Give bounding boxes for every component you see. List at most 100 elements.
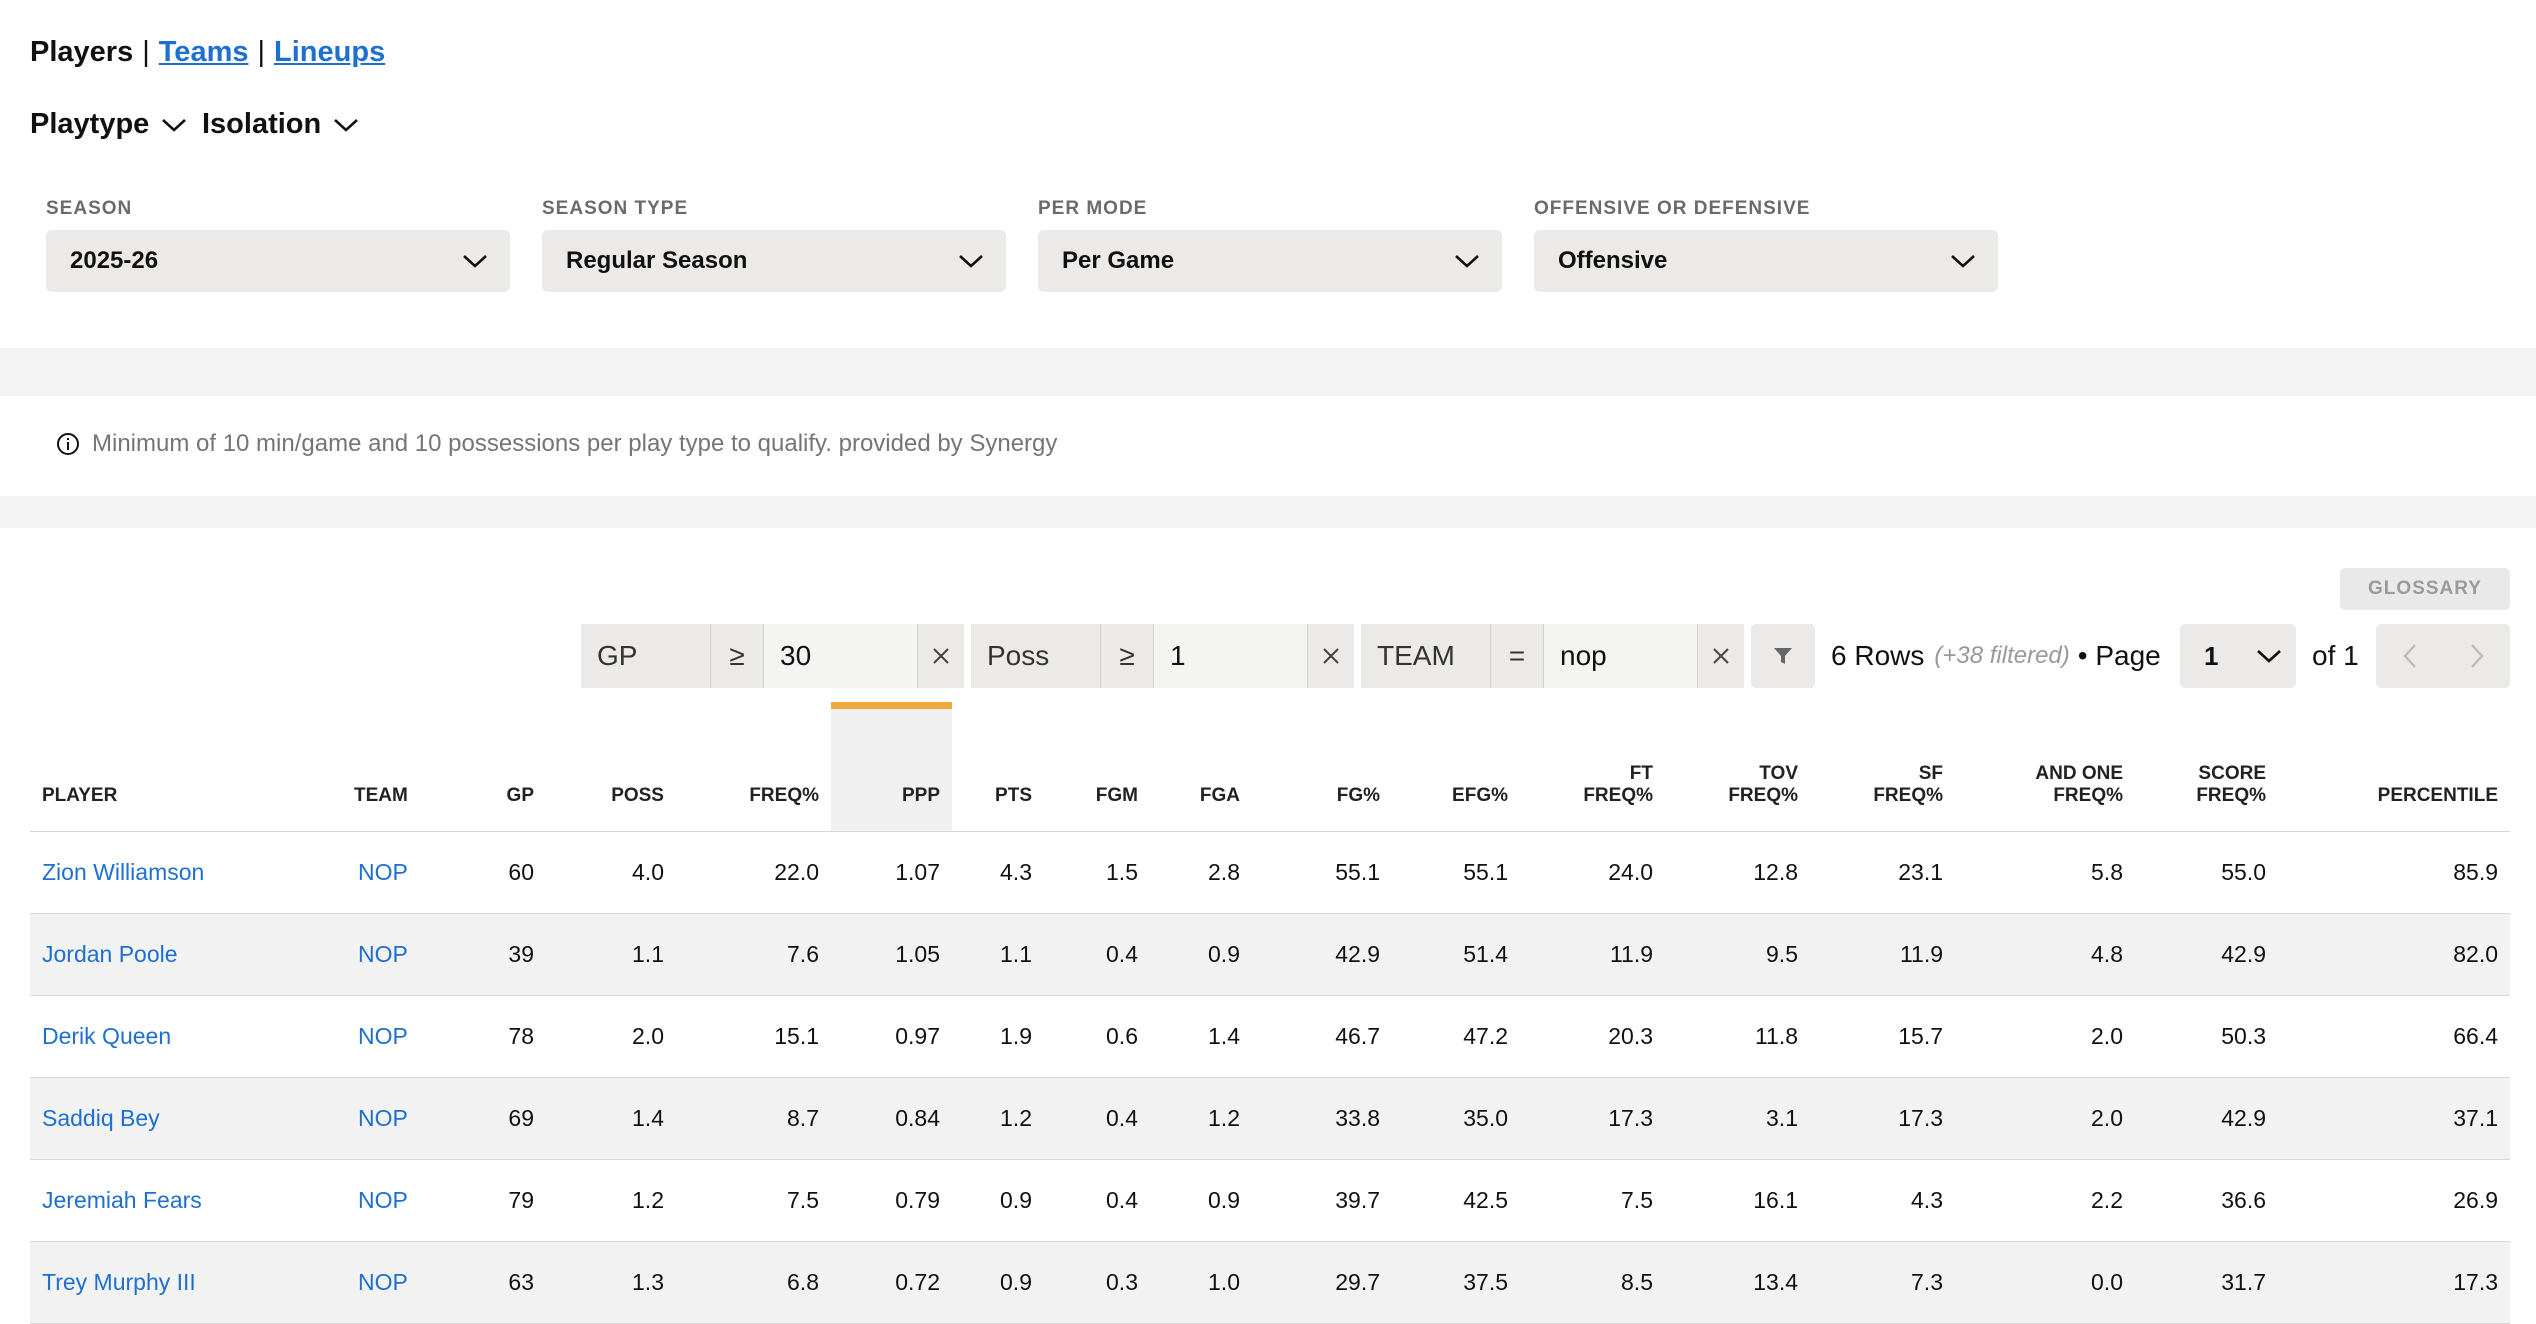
stat-cell: 4.0 <box>546 831 676 914</box>
filter-toggle-button[interactable] <box>1751 624 1815 688</box>
stat-cell: 42.9 <box>2135 913 2278 996</box>
stat-cell: 37.1 <box>2278 1077 2510 1160</box>
column-header[interactable]: FREQ% <box>676 705 831 832</box>
stat-cell: 7.6 <box>676 913 831 996</box>
player-stats-table: PLAYER TEAM GP POSS FREQ% PPP PTS FGM FGA FG% EFG%… <box>30 702 2510 1324</box>
player-name-link[interactable]: Derik Queen <box>30 995 342 1078</box>
column-header[interactable]: PTS <box>952 705 1044 832</box>
poss-filter-operator[interactable]: ≥ <box>1101 624 1154 688</box>
nav-separator: | <box>142 36 150 68</box>
stat-cell: 1.05 <box>831 913 952 996</box>
team-filter-operator[interactable]: = <box>1491 624 1544 688</box>
chevron-down-icon <box>1951 255 1975 268</box>
stat-cell: 0.6 <box>1044 995 1150 1078</box>
stat-cell: 85.9 <box>2278 831 2510 914</box>
team-filter-value[interactable]: nop <box>1544 624 1698 688</box>
stat-cell: 0.0 <box>1955 1241 2135 1324</box>
team-filter-clear-button[interactable] <box>1698 624 1744 688</box>
stat-cell: 55.0 <box>2135 831 2278 914</box>
column-header[interactable]: FG% <box>1252 705 1392 832</box>
player-name-link[interactable]: Jordan Poole <box>30 913 342 996</box>
stat-cell: 46.7 <box>1252 995 1392 1078</box>
stat-cell: 0.9 <box>1150 1159 1252 1242</box>
stat-cell: 51.4 <box>1392 913 1520 996</box>
stat-cell: 2.2 <box>1955 1159 2135 1242</box>
stat-cell: 78 <box>444 995 546 1078</box>
page-select[interactable]: 1 <box>2180 624 2296 688</box>
isolation-dropdown[interactable]: Isolation <box>202 108 359 141</box>
poss-filter-field[interactable]: Poss <box>971 624 1101 688</box>
stat-cell: 0.84 <box>831 1077 952 1160</box>
gp-filter-operator[interactable]: ≥ <box>711 624 764 688</box>
chevron-right-icon[interactable] <box>2469 643 2485 669</box>
stat-cell: 1.4 <box>546 1077 676 1160</box>
column-header[interactable]: FT FREQ% <box>1520 705 1665 832</box>
stat-cell: 1.1 <box>952 913 1044 996</box>
stat-cell: 31.7 <box>2135 1241 2278 1324</box>
column-header[interactable]: FGM <box>1044 705 1150 832</box>
stat-cell: 29.7 <box>1252 1241 1392 1324</box>
stat-cell: 63 <box>444 1241 546 1324</box>
gp-filter-value[interactable]: 30 <box>764 624 918 688</box>
column-header[interactable]: PPP <box>831 702 952 832</box>
team-link[interactable]: NOP <box>342 1241 444 1324</box>
gp-filter-field[interactable]: GP <box>581 624 711 688</box>
stat-cell: 0.9 <box>952 1159 1044 1242</box>
column-header[interactable]: POSS <box>546 705 676 832</box>
stat-cell: 4.3 <box>1810 1159 1955 1242</box>
stat-cell: 55.1 <box>1252 831 1392 914</box>
stat-cell: 24.0 <box>1520 831 1665 914</box>
player-name-link[interactable]: Zion Williamson <box>30 831 342 914</box>
team-link[interactable]: NOP <box>342 1159 444 1242</box>
team-link[interactable]: NOP <box>342 913 444 996</box>
stat-cell: 0.72 <box>831 1241 952 1324</box>
per-mode-select[interactable]: Per Game <box>1038 230 1502 292</box>
stat-cell: 12.8 <box>1665 831 1810 914</box>
column-header[interactable]: FGA <box>1150 705 1252 832</box>
stat-cell: 11.9 <box>1810 913 1955 996</box>
team-link[interactable]: NOP <box>342 831 444 914</box>
chevron-down-icon <box>2257 650 2281 663</box>
table-header-row: PLAYER TEAM GP POSS FREQ% PPP PTS FGM FGA FG% EFG%… <box>30 702 2510 832</box>
stat-cell: 2.0 <box>1955 1077 2135 1160</box>
top-nav: Players | Teams | Lineups <box>30 36 385 69</box>
poss-filter-clear-button[interactable] <box>1308 624 1354 688</box>
chevron-down-icon <box>959 255 983 268</box>
season-select[interactable]: 2025-26 <box>46 230 510 292</box>
column-header[interactable]: SF FREQ% <box>1810 705 1955 832</box>
column-header[interactable]: SCORE FREQ% <box>2135 705 2278 832</box>
column-header[interactable]: GP <box>444 705 546 832</box>
nav-lineups-link[interactable]: Lineups <box>274 36 385 69</box>
stat-cell: 17.3 <box>2278 1241 2510 1324</box>
column-header[interactable]: AND ONE FREQ% <box>1955 705 2135 832</box>
stat-cell: 0.3 <box>1044 1241 1150 1324</box>
nav-teams-link[interactable]: Teams <box>159 36 249 69</box>
column-header[interactable]: EFG% <box>1392 705 1520 832</box>
stat-cell: 8.5 <box>1520 1241 1665 1324</box>
player-name-link[interactable]: Trey Murphy III <box>30 1241 342 1324</box>
stat-cell: 60 <box>444 831 546 914</box>
team-link[interactable]: NOP <box>342 995 444 1078</box>
team-filter-field[interactable]: TEAM <box>1361 624 1491 688</box>
gp-filter-clear-button[interactable] <box>918 624 964 688</box>
player-name-link[interactable]: Jeremiah Fears <box>30 1159 342 1242</box>
player-name-link[interactable]: Saddiq Bey <box>30 1077 342 1160</box>
stat-cell: 33.8 <box>1252 1077 1392 1160</box>
season-type-select[interactable]: Regular Season <box>542 230 1006 292</box>
column-header[interactable]: TOV FREQ% <box>1665 705 1810 832</box>
poss-filter-value[interactable]: 1 <box>1154 624 1308 688</box>
offense-defense-select[interactable]: Offensive <box>1534 230 1998 292</box>
playtype-dropdown[interactable]: Playtype <box>30 108 187 141</box>
stat-cell: 23.1 <box>1810 831 1955 914</box>
section-divider <box>0 496 2536 528</box>
stat-cell: 4.8 <box>1955 913 2135 996</box>
column-header[interactable]: PERCENTILE <box>2278 705 2510 832</box>
glossary-button[interactable]: GLOSSARY <box>2340 568 2510 610</box>
column-header[interactable]: PLAYER <box>30 705 342 832</box>
stat-cell: 50.3 <box>2135 995 2278 1078</box>
stat-cell: 0.79 <box>831 1159 952 1242</box>
chevron-left-icon[interactable] <box>2402 643 2418 669</box>
stat-cell: 11.9 <box>1520 913 1665 996</box>
team-link[interactable]: NOP <box>342 1077 444 1160</box>
column-header[interactable]: TEAM <box>342 705 444 832</box>
